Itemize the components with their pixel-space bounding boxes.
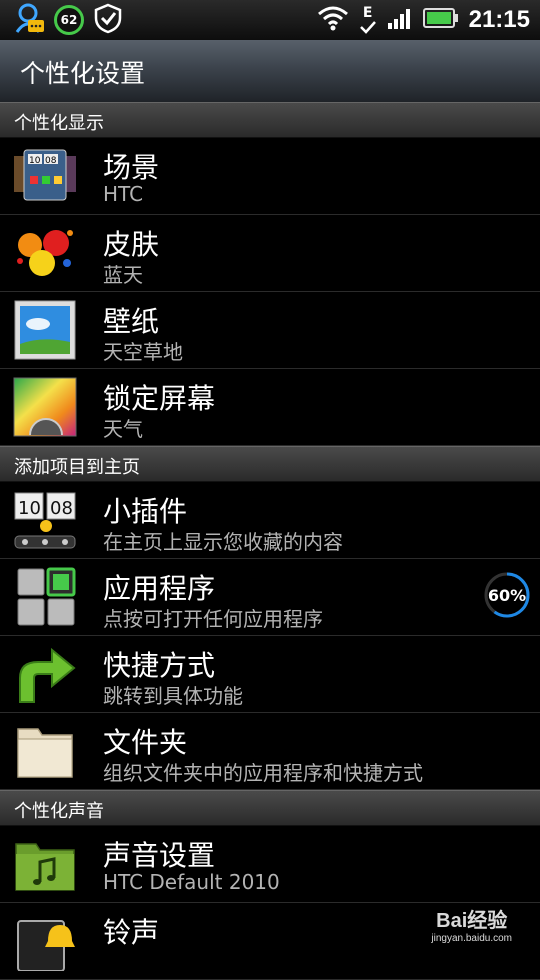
list-item-title: 铃声	[103, 916, 160, 949]
chat-notification-icon	[14, 2, 46, 38]
progress-indicator: 60%	[482, 570, 532, 620]
list-item-skin[interactable]: 皮肤 蓝天	[0, 215, 540, 292]
svg-text:10: 10	[29, 156, 41, 166]
list-item-title: 壁纸	[103, 305, 160, 338]
watermark-text: Bai经验	[436, 910, 508, 932]
list-item-folder[interactable]: 文件夹 组织文件夹中的应用程序和快捷方式	[0, 713, 540, 790]
list-item-shortcut[interactable]: 快捷方式 跳转到具体功能	[0, 636, 540, 713]
list-item-subtitle: HTC	[103, 182, 144, 206]
list-item-title: 应用程序	[103, 572, 216, 605]
notification-count-badge: 62	[54, 5, 84, 35]
list-item-sound-settings[interactable]: 声音设置 HTC Default 2010	[0, 826, 540, 903]
clock: 21:15	[468, 6, 530, 33]
list-item-title: 小插件	[103, 495, 188, 528]
list-item-wallpaper[interactable]: 壁纸 天空草地	[0, 292, 540, 369]
settings-list: 个性化显示 10 08 场景 HTC 皮肤 蓝天 壁纸 天空草地 锁定屏幕 天气…	[0, 102, 540, 980]
list-item-lockscreen[interactable]: 锁定屏幕 天气	[0, 369, 540, 446]
status-bar: 62 E 21:15	[0, 0, 540, 40]
list-item-title: 锁定屏幕	[103, 382, 216, 415]
section-header-sound: 个性化声音	[0, 790, 540, 826]
progress-label: 60%	[487, 585, 527, 605]
baidu-watermark: Bai经验 jingyan.baidu.com	[431, 904, 512, 944]
wifi-icon	[317, 5, 349, 35]
section-header-add-to-home: 添加项目到主页	[0, 446, 540, 482]
section-header-label: 个性化显示	[14, 113, 104, 134]
skin-icon	[12, 223, 78, 283]
list-item-subtitle: 天气	[103, 417, 143, 441]
sound-folder-icon	[12, 834, 78, 894]
shield-check-icon	[92, 2, 124, 38]
svg-text:08: 08	[50, 498, 73, 519]
apps-icon	[12, 567, 78, 627]
wallpaper-icon	[12, 300, 78, 360]
list-item-title: 快捷方式	[103, 649, 216, 682]
list-item-subtitle: 点按可打开任何应用程序	[103, 607, 323, 631]
list-item-subtitle: 跳转到具体功能	[103, 684, 243, 708]
list-item-title: 声音设置	[103, 839, 216, 872]
list-item-title: 场景	[103, 151, 160, 184]
svg-text:10: 10	[18, 498, 41, 519]
scene-icon: 10 08	[12, 146, 78, 206]
section-header-label: 个性化声音	[14, 801, 104, 822]
shortcut-arrow-icon	[12, 644, 78, 704]
list-item-subtitle: 在主页上显示您收藏的内容	[103, 530, 343, 554]
folder-icon	[12, 721, 78, 781]
list-item-apps[interactable]: 应用程序 点按可打开任何应用程序 60%	[0, 559, 540, 636]
page-title: 个性化设置	[20, 59, 146, 88]
list-item-subtitle: 蓝天	[103, 263, 143, 287]
signal-strength-icon	[387, 6, 413, 34]
section-header-display: 个性化显示	[0, 102, 540, 138]
list-item-subtitle: 天空草地	[103, 340, 183, 364]
svg-text:08: 08	[45, 156, 57, 166]
list-item-subtitle: HTC Default 2010	[103, 870, 280, 894]
list-item-title: 文件夹	[103, 726, 188, 759]
watermark-url: jingyan.baidu.com	[431, 933, 512, 944]
network-type-icon: E	[359, 6, 377, 34]
list-item-title: 皮肤	[103, 228, 160, 261]
title-bar: 个性化设置	[0, 40, 540, 103]
network-type-label: E	[362, 5, 373, 21]
list-item-widget[interactable]: 10 08 小插件 在主页上显示您收藏的内容	[0, 482, 540, 559]
battery-icon	[422, 7, 459, 33]
section-header-label: 添加项目到主页	[14, 457, 140, 478]
ringtone-icon	[12, 911, 78, 972]
list-item-scene[interactable]: 10 08 场景 HTC	[0, 138, 540, 215]
widget-icon: 10 08	[12, 490, 78, 550]
lockscreen-icon	[12, 377, 78, 437]
list-item-subtitle: 组织文件夹中的应用程序和快捷方式	[103, 761, 423, 785]
